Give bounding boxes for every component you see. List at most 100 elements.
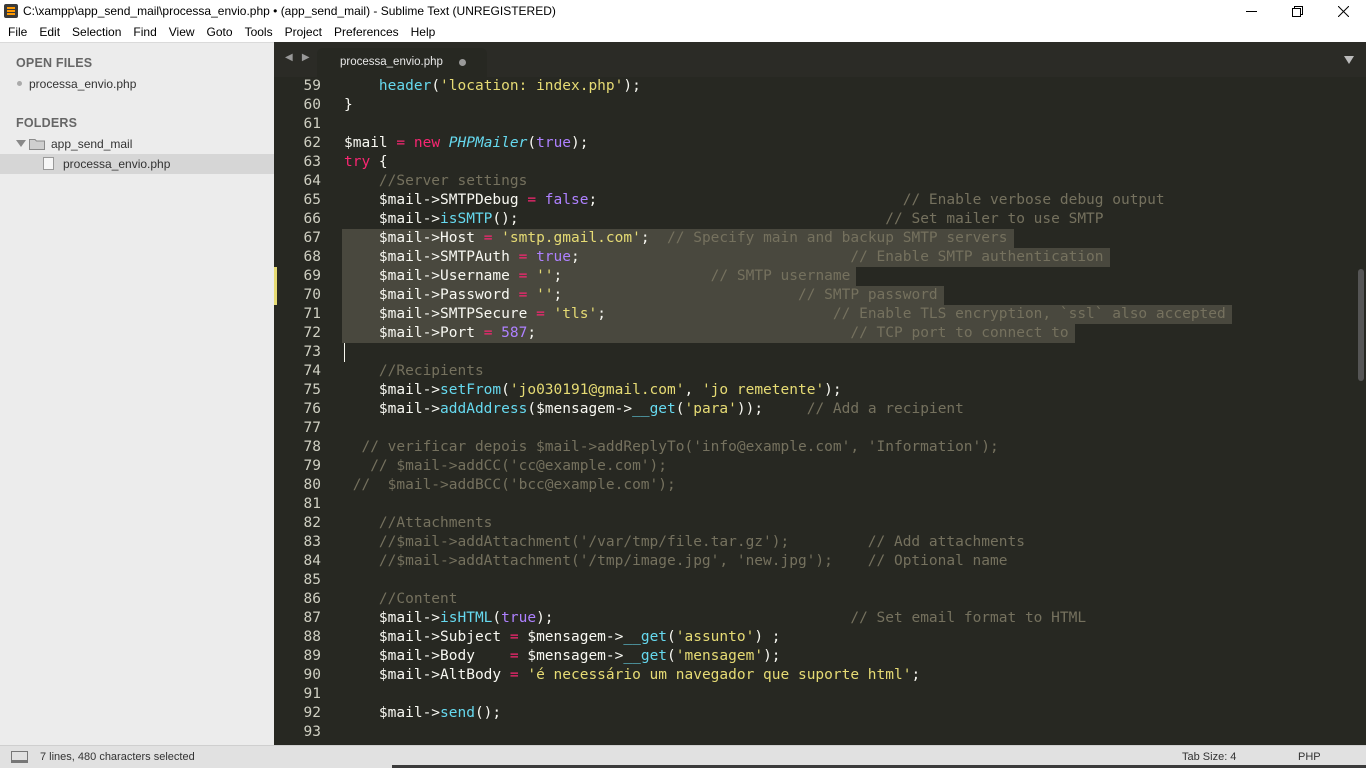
code-token: false xyxy=(544,192,589,208)
tab-navigation-arrows[interactable]: ◀ ▶ xyxy=(285,52,313,63)
code-line[interactable]: try { xyxy=(344,153,388,172)
open-file-item[interactable]: processa_envio.php xyxy=(0,74,274,94)
folder-item[interactable]: app_send_mail xyxy=(0,134,274,154)
menu-find[interactable]: Find xyxy=(127,23,162,42)
code-line[interactable]: $mail->SMTPDebug = false; // Enable verb… xyxy=(344,191,1165,210)
code-line[interactable]: $mail->SMTPAuth = true; // Enable SMTP a… xyxy=(344,248,1104,267)
line-number: 72 xyxy=(303,325,321,341)
code-token: = xyxy=(509,648,519,664)
code-line[interactable]: //Recipients xyxy=(344,362,484,381)
code-token: , xyxy=(684,382,702,398)
line-number: 86 xyxy=(303,591,321,607)
code-token: ($mensagem-> xyxy=(527,401,633,417)
code-line[interactable]: $mail->Password = ''; // SMTP password xyxy=(344,286,938,305)
unsaved-dot-icon[interactable] xyxy=(459,59,466,66)
panel-toggle-icon[interactable] xyxy=(11,751,28,763)
code-token: __get xyxy=(623,629,668,645)
code-token: ); xyxy=(824,382,842,398)
code-line[interactable]: $mail->SMTPSecure = 'tls'; // Enable TLS… xyxy=(344,305,1226,324)
menu-view[interactable]: View xyxy=(163,23,201,42)
code-line[interactable]: $mail->Username = ''; // SMTP username xyxy=(344,267,850,286)
code-token: 'tls' xyxy=(553,306,598,322)
line-number: 83 xyxy=(303,534,321,550)
code-token: ; xyxy=(553,287,563,303)
code-token: ; xyxy=(640,230,650,246)
code-token: //Content xyxy=(378,591,458,607)
line-number: 61 xyxy=(303,116,321,132)
menu-selection[interactable]: Selection xyxy=(66,23,127,42)
code-token: ; xyxy=(597,306,606,322)
line-number: 84 xyxy=(303,553,321,569)
menu-file[interactable]: File xyxy=(2,23,33,42)
code-token: ( xyxy=(431,78,441,94)
code-line[interactable]: $mail = new PHPMailer(true); xyxy=(344,134,589,153)
code-token: ); xyxy=(623,78,641,94)
tab-list-dropdown-icon[interactable] xyxy=(1344,56,1354,64)
menu-goto[interactable]: Goto xyxy=(201,23,239,42)
code-line[interactable]: $mail->Host = 'smtp.gmail.com'; // Speci… xyxy=(344,229,1008,248)
code-token: true xyxy=(536,135,572,151)
code-line[interactable]: $mail->send(); xyxy=(344,704,501,723)
syntax-indicator[interactable]: PHP xyxy=(1298,751,1321,763)
menu-project[interactable]: Project xyxy=(279,23,328,42)
code-token: $mail->Subject xyxy=(344,629,510,645)
sidebar: OPEN FILES processa_envio.php FOLDERS ap… xyxy=(0,42,274,745)
tab-size-indicator[interactable]: Tab Size: 4 xyxy=(1182,751,1236,763)
code-token: (); xyxy=(492,211,519,227)
tab-processa-envio[interactable]: processa_envio.php xyxy=(317,48,487,77)
code-line[interactable]: //$mail->addAttachment('/var/tmp/file.ta… xyxy=(344,533,1025,552)
code-line[interactable]: $mail->isSMTP(); // Set mailer to use SM… xyxy=(344,210,1104,229)
line-number: 64 xyxy=(303,173,321,189)
code-line[interactable]: $mail->Subject = $mensagem->__get('assun… xyxy=(344,628,781,647)
code-token: //Recipients xyxy=(378,363,484,379)
line-number: 74 xyxy=(303,363,321,379)
code-line[interactable]: $mail->Body = $mensagem->__get('mensagem… xyxy=(344,647,781,666)
line-number: 82 xyxy=(303,515,321,531)
code-token: ; xyxy=(571,249,580,265)
line-number: 63 xyxy=(303,154,321,170)
folder-file-item[interactable]: processa_envio.php xyxy=(0,154,274,174)
code-line[interactable]: $mail->addAddress($mensagem->__get('para… xyxy=(344,400,964,419)
restore-button[interactable] xyxy=(1274,0,1320,23)
code-line[interactable]: //$mail->addAttachment('/tmp/image.jpg',… xyxy=(344,552,1008,571)
scrollbar-thumb[interactable] xyxy=(1358,269,1364,381)
menu-edit[interactable]: Edit xyxy=(33,23,66,42)
line-number: 85 xyxy=(303,572,321,588)
code-line[interactable]: header('location: index.php'); xyxy=(344,77,641,96)
code-line[interactable]: // $mail->addCC('cc@example.com'); xyxy=(344,457,667,476)
menu-preferences[interactable]: Preferences xyxy=(328,23,405,42)
menu-tools[interactable]: Tools xyxy=(239,23,279,42)
code-token: $mensagem-> xyxy=(518,648,624,664)
code-token: = xyxy=(536,306,545,322)
minimize-button[interactable] xyxy=(1228,0,1274,23)
code-line[interactable]: $mail->Port = 587; // TCP port to connec… xyxy=(344,324,1069,343)
code-token: ); xyxy=(763,648,781,664)
code-line[interactable]: } xyxy=(344,96,353,115)
code-token: ( xyxy=(667,648,676,664)
code-line[interactable]: $mail->setFrom('jo030191@gmail.com', 'jo… xyxy=(344,381,842,400)
vertical-scrollbar[interactable] xyxy=(1355,77,1366,745)
code-token: // verificar depois $mail->addReplyTo('i… xyxy=(344,439,999,455)
code-line[interactable]: //Attachments xyxy=(344,514,493,533)
code-token: 'assunto' xyxy=(675,629,755,645)
code-line[interactable]: $mail->AltBody = 'é necessário um navega… xyxy=(344,666,920,685)
code-token: (); xyxy=(474,705,502,721)
code-line[interactable]: // $mail->addBCC('bcc@example.com'); xyxy=(344,476,676,495)
code-token: // $mail->addCC('cc@example.com'); xyxy=(344,458,668,474)
menu-help[interactable]: Help xyxy=(405,23,442,42)
code-token: ); xyxy=(571,135,589,151)
line-number: 87 xyxy=(303,610,321,626)
line-number-gutter: 59 60 61 62 63 64 65 66 67 68 69 70 71 72 73 74 75 76 77 78… xyxy=(274,77,329,745)
disclosure-triangle-icon[interactable] xyxy=(16,140,26,147)
close-button[interactable] xyxy=(1320,0,1366,23)
code-line[interactable]: //Content xyxy=(344,590,458,609)
code-token: setFrom xyxy=(440,382,502,398)
code-token: ( xyxy=(527,135,537,151)
code-line[interactable]: $mail->isHTML(true); // Set email format… xyxy=(344,609,1086,628)
code-line[interactable]: // verificar depois $mail->addReplyTo('i… xyxy=(344,438,999,457)
code-line[interactable]: //Server settings xyxy=(344,172,527,191)
code-editor[interactable]: 59 60 61 62 63 64 65 66 67 68 69 70 71 72 73 74 75 76 77 78… xyxy=(274,77,1366,745)
